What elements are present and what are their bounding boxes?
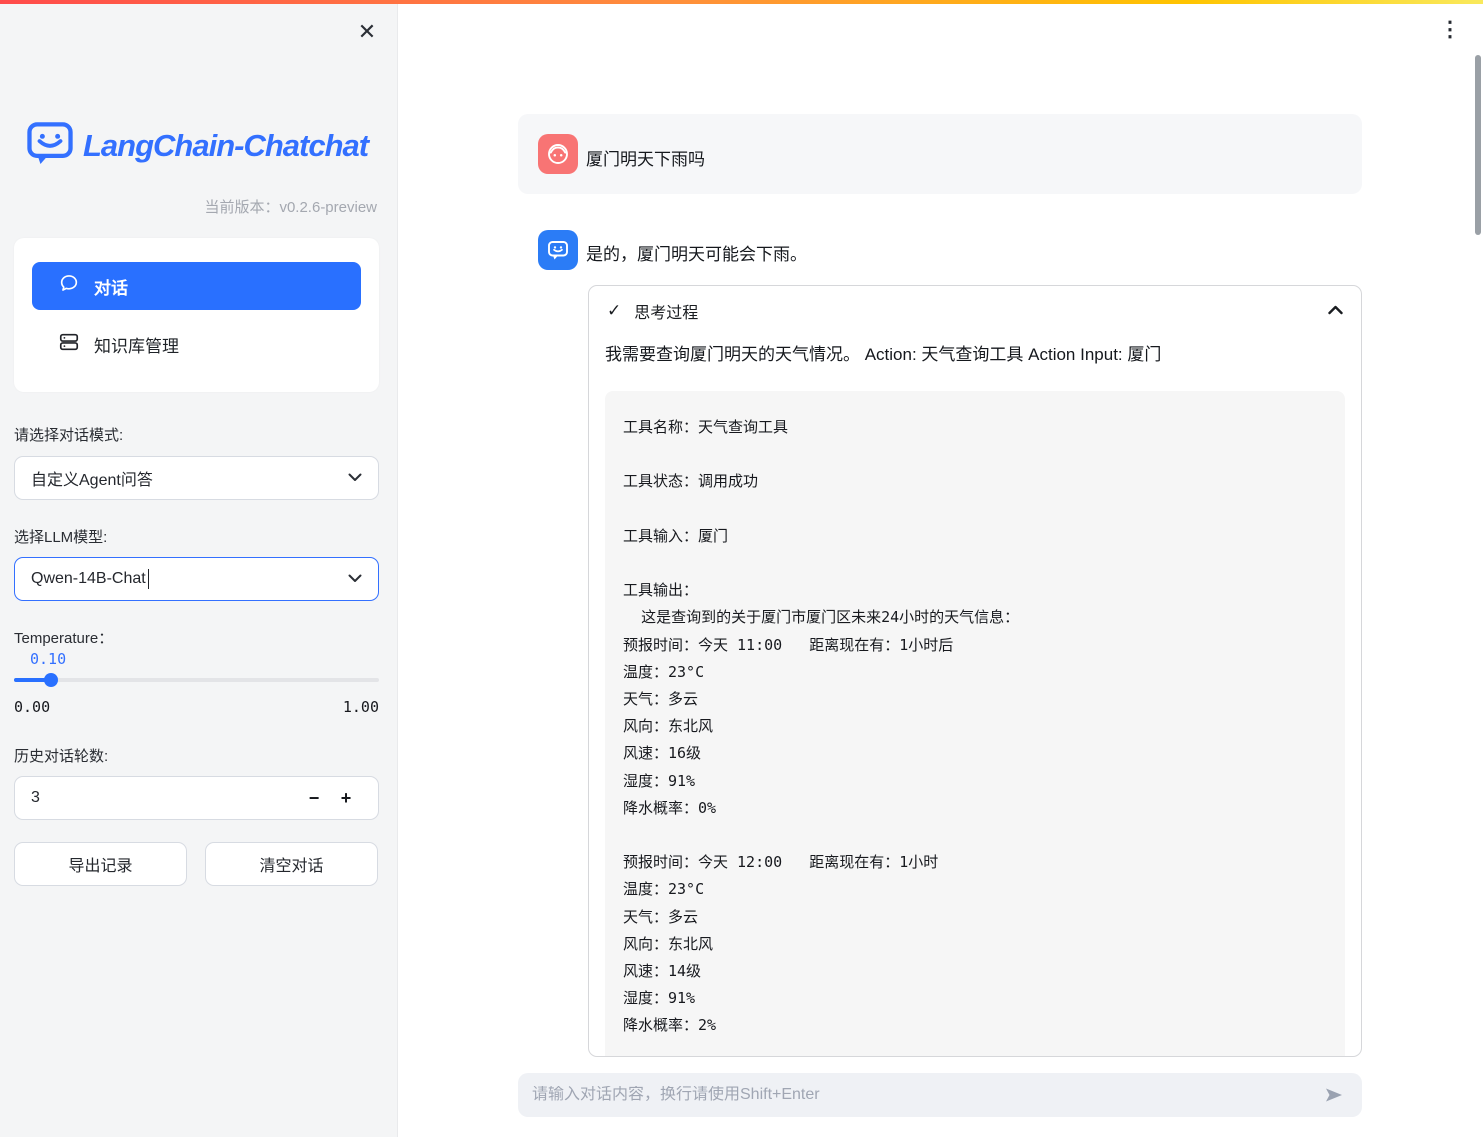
vertical-scrollbar[interactable] — [1475, 55, 1481, 235]
llm-model-label: 选择LLM模型: — [14, 526, 107, 547]
sidebar: ✕ LangChain-Chatchat 当前版本：v0.2.6-preview… — [0, 0, 398, 1137]
version-text: 当前版本：v0.2.6-preview — [204, 196, 377, 217]
slider-min: 0.00 — [14, 698, 50, 716]
expander-title: 思考过程 — [634, 299, 1315, 323]
text-cursor — [148, 569, 150, 589]
llm-model-value: Qwen-14B-Chat — [31, 570, 146, 588]
assistant-message-text: 是的，厦门明天可能会下雨。 — [586, 240, 807, 265]
temperature-slider[interactable] — [14, 678, 379, 682]
agent-thought-text: 我需要查询厦门明天的天气情况。 Action: 天气查询工具 Action In… — [589, 343, 1361, 367]
assistant-avatar — [538, 230, 578, 270]
slider-range: 0.00 1.00 — [14, 698, 379, 716]
llm-model-select[interactable]: Qwen-14B-Chat — [14, 557, 379, 601]
clear-dialogue-button[interactable]: 清空对话 — [205, 842, 378, 886]
server-stack-icon — [58, 331, 80, 358]
history-rounds-label: 历史对话轮数: — [14, 745, 108, 766]
brand: LangChain-Chatchat — [27, 122, 368, 169]
expander-header[interactable]: ✓ 思考过程 — [589, 286, 1361, 336]
dialogue-mode-select[interactable]: 自定义Agent问答 — [14, 456, 379, 500]
assistant-message-row: 是的，厦门明天可能会下雨。 — [518, 230, 1362, 274]
minus-button[interactable]: − — [298, 782, 330, 814]
user-message-row: 厦门明天下雨吗 — [518, 114, 1362, 194]
nav-item-dialogue[interactable]: 对话 — [32, 262, 361, 310]
history-rounds-value: 3 — [31, 789, 298, 807]
decoration-bar — [0, 0, 1483, 4]
main-area: ⋮ 厦门明天下雨吗 — [398, 0, 1483, 1137]
temperature-value: 0.10 — [30, 650, 66, 668]
check-icon: ✓ — [607, 301, 621, 321]
nav-item-knowledge-base[interactable]: 知识库管理 — [32, 320, 361, 368]
plus-button[interactable]: + — [330, 782, 362, 814]
chevron-down-icon — [348, 570, 362, 588]
chat-bubble-icon — [58, 273, 80, 300]
history-rounds-input[interactable]: 3 − + — [14, 776, 379, 820]
dialogue-mode-value: 自定义Agent问答 — [31, 466, 348, 490]
brand-logo-icon — [27, 122, 73, 169]
thinking-process-expander: ✓ 思考过程 我需要查询厦门明天的天气情况。 Action: 天气查询工具 Ac… — [588, 285, 1362, 1057]
slider-max: 1.00 — [343, 698, 379, 716]
chevron-down-icon — [348, 469, 362, 487]
chevron-up-icon[interactable] — [1328, 302, 1343, 320]
sidebar-close-icon[interactable]: ✕ — [353, 18, 381, 46]
nav-item-label: 知识库管理 — [94, 332, 179, 357]
tool-output-text: 工具名称：天气查询工具 工具状态：调用成功 工具输入：厦门 工具输出： 这是查询… — [623, 414, 1327, 1040]
slider-thumb[interactable] — [44, 673, 58, 687]
nav-item-label: 对话 — [94, 274, 128, 299]
user-message-text: 厦门明天下雨吗 — [586, 145, 705, 170]
tool-output-codeblock: 工具名称：天气查询工具 工具状态：调用成功 工具输入：厦门 工具输出： 这是查询… — [605, 391, 1345, 1057]
temperature-label: Temperature： — [14, 627, 113, 648]
export-records-button[interactable]: 导出记录 — [14, 842, 187, 886]
main-menu-kebab-icon[interactable]: ⋮ — [1438, 16, 1462, 44]
nav-menu: 对话 知识库管理 — [14, 238, 379, 392]
chat-input[interactable] — [532, 1086, 1320, 1104]
dialogue-mode-label: 请选择对话模式: — [14, 424, 123, 445]
chat-input-bar — [518, 1073, 1362, 1117]
user-avatar — [538, 134, 578, 174]
send-icon[interactable] — [1320, 1081, 1348, 1109]
brand-name: LangChain-Chatchat — [83, 128, 368, 164]
